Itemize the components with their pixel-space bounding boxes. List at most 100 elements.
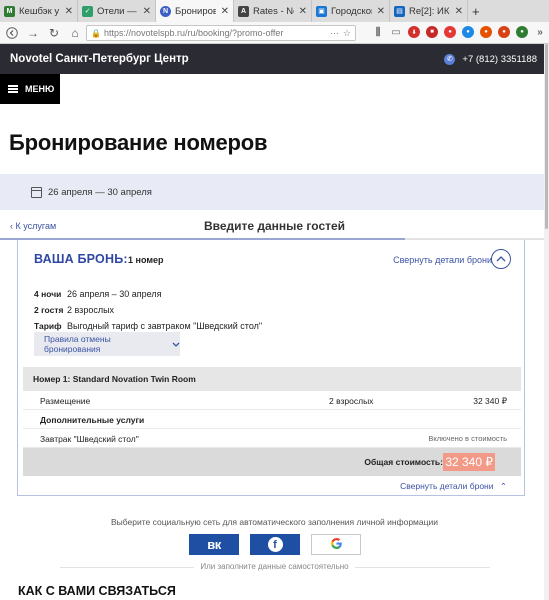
extension-icon[interactable]: ● [444,26,456,38]
extras-label: Дополнительные услуги [40,415,145,425]
facebook-icon: f [267,537,283,552]
tab-close-icon[interactable]: ✕ [377,6,385,17]
summary-value: 2 взрослых [67,305,115,315]
total-label: Общая стоимость: [364,457,443,467]
tab-title: Отели — Oc [97,5,138,17]
tab-title: Rates - Nov [253,5,294,17]
adblock-icon[interactable]: ■ [426,26,438,38]
extension-icon[interactable]: ● [498,26,510,38]
table-row: Дополнительные услуги [23,410,521,429]
contact-section-title: КАК С ВАМИ СВЯЗАТЬСЯ [18,584,176,598]
tab-title: Re[2]: ИК-2 [409,5,450,17]
chevron-up-icon: ⌃ [499,481,507,491]
tab-close-icon[interactable]: ✕ [143,6,151,17]
or-fill-manually: Или заполните данные самостоятельно [0,562,549,571]
vk-icon: вк [207,537,221,552]
browser-tab[interactable]: ▣ Городской с ✕ [312,0,390,22]
google-login-button[interactable] [311,534,361,555]
browser-tab[interactable]: ✓ Отели — Oc ✕ [78,0,156,22]
scrollbar-thumb[interactable] [545,44,548,229]
chevron-up-icon[interactable] [491,249,511,269]
tab-close-icon[interactable]: ✕ [221,6,229,17]
collapse-details-link-bottom[interactable]: Свернуть детали брони ⌃ [400,481,507,492]
or-fill-manually-text: Или заполните данные самостоятельно [194,562,355,571]
forward-arrow-icon[interactable]: → [24,24,42,42]
extension-icon[interactable]: ● [462,26,474,38]
menu-button[interactable]: МЕНЮ [0,74,60,104]
collapse-details-link[interactable]: Свернуть детали брони [393,255,492,265]
breakfast-note: Включено в стоимость [428,434,507,443]
placement-guests: 2 взрослых [329,396,374,406]
tab-favicon-icon: ✓ [82,5,93,17]
vk-login-button[interactable]: вк [189,534,239,555]
browser-nav-bar: → ↻ ⌂ 🔒 https://novotelspb.ru/ru/booking… [0,22,549,44]
tab-close-icon[interactable]: ✕ [65,6,73,17]
bookmark-star-icon[interactable]: ☆ [343,28,351,39]
home-icon[interactable]: ⌂ [66,24,84,42]
extensions-toolbar: ⫼ ▭ ⬇ ■ ● ● ● ● ● » ≡ [372,26,549,38]
browser-tab[interactable]: A Rates - Nov ✕ [234,0,312,22]
tab-close-icon[interactable]: ✕ [299,6,307,17]
summary-row: 2 гостя 2 взрослых [34,302,262,318]
tab-title: Кешбэк у л [19,5,60,17]
reload-icon[interactable]: ↻ [45,24,63,42]
extension-icon[interactable]: ● [480,26,492,38]
calendar-icon [31,186,42,198]
phone-contact[interactable]: ✆ +7 (812) 3351188 [444,53,537,65]
url-text: https://novotelspb.ru/ru/booking/?promo-… [103,28,284,38]
total-row: Общая стоимость: 32 340 ₽ [23,448,521,476]
back-arrow-icon[interactable] [3,24,21,42]
tab-favicon-icon: A [238,5,249,17]
placement-price: 32 340 ₽ [473,396,507,406]
social-prompt: Выберите социальную сеть для автоматичес… [111,517,438,527]
cancellation-rules-button[interactable]: Правила отмены бронирования [34,332,180,356]
stay-dates: 26 апреля — 30 апреля [48,186,152,198]
table-row: Завтрак "Шведский стол" Включено в стоим… [23,429,521,448]
booking-summary: 4 ночи 26 апреля – 30 апреля 2 гостя 2 в… [34,286,262,334]
rooms-count: 1 номер [128,255,164,265]
tab-favicon-icon: ▤ [394,5,405,17]
menu-label: МЕНЮ [25,84,55,94]
summary-value: 26 апреля – 30 апреля [67,289,162,299]
step-title: Введите данные гостей [203,219,346,233]
facebook-login-button[interactable]: f [250,534,300,555]
library-icon[interactable]: ⫼ [372,26,384,38]
tab-close-icon[interactable]: ✕ [455,6,463,17]
page-title: Бронирование номеров [9,130,268,155]
phone-number[interactable]: +7 (812) 3351188 [462,54,537,65]
summary-key: Тариф [34,321,62,331]
room-header: Номер 1: Standard Novation Twin Room [23,367,521,391]
new-tab-button[interactable]: + [468,0,488,22]
booking-card-header: ВАША БРОНЬ: 1 номер Свернуть детали брон… [18,240,524,278]
tab-favicon-icon: ▣ [316,5,327,17]
dates-band[interactable]: 26 апреля — 30 апреля [0,174,549,210]
lock-icon: 🔒 [91,28,101,38]
booking-summary-card: ВАША БРОНЬ: 1 номер Свернуть детали брон… [17,240,525,496]
summary-key: 2 гостя [34,305,64,315]
summary-value: Выгодный тариф с завтраком "Шведский сто… [67,321,263,331]
placement-label: Размещение [40,396,91,406]
browser-tab-bar: M Кешбэк у л ✕ ✓ Отели — Oc ✕ N Брониров… [0,0,549,22]
page-scrollbar[interactable] [544,44,549,600]
breakfast-label: Завтрак "Шведский стол" [40,434,139,444]
overflow-menu-icon[interactable]: » [534,26,546,38]
summary-key: 4 ночи [34,289,62,299]
url-bar[interactable]: 🔒 https://novotelspb.ru/ru/booking/?prom… [86,25,356,41]
browser-tab[interactable]: ▤ Re[2]: ИК-2 ✕ [390,0,468,22]
chevron-down-icon [172,339,180,349]
tab-favicon-icon: M [4,5,15,17]
site-title[interactable]: Novotel Санкт-Петербург Центр [10,53,189,65]
more-icon[interactable]: ··· [330,28,339,39]
site-header: Novotel Санкт-Петербург Центр ✆ +7 (812)… [0,44,549,74]
phone-icon: ✆ [444,53,456,65]
sidebar-icon[interactable]: ▭ [390,26,402,38]
social-buttons: вк f [189,534,361,555]
table-row: Размещение 2 взрослых 32 340 ₽ [23,391,521,410]
back-to-services-link[interactable]: ‹ К услугам [10,221,56,231]
browser-tab-active[interactable]: N Бронирован ✕ [156,0,234,22]
download-icon[interactable]: ⬇ [408,26,420,38]
collapse-details-label: Свернуть детали брони [400,481,494,491]
extension-icon[interactable]: ● [516,26,528,38]
browser-tab[interactable]: M Кешбэк у л ✕ [0,0,78,22]
menu-bar: МЕНЮ [0,74,549,104]
